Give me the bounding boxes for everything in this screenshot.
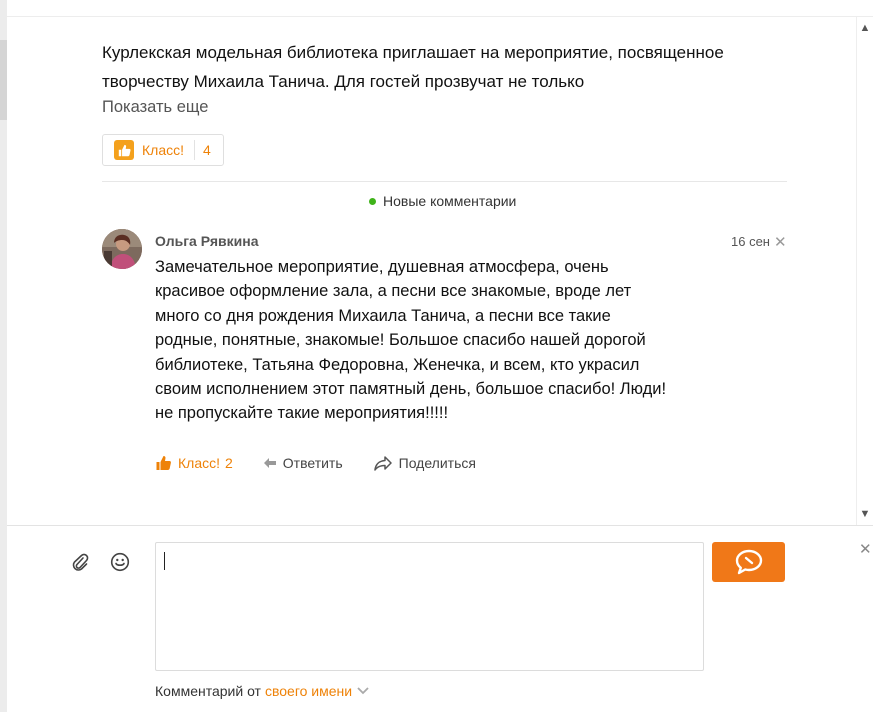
new-indicator-dot <box>369 197 376 205</box>
from-prefix: Комментарий от <box>155 683 261 699</box>
share-arrow-icon <box>373 456 392 471</box>
chevron-down-icon[interactable] <box>357 687 369 695</box>
comment-like-count: 2 <box>225 455 233 471</box>
composer-separator <box>7 525 873 526</box>
like-separator <box>194 140 195 160</box>
left-scroll-strip <box>0 0 7 712</box>
post-text: Курлекская модельная библиотека приглаша… <box>102 43 724 91</box>
smiley-icon[interactable] <box>110 552 130 572</box>
comment-actions: Класс! 2 Ответить Поделиться <box>155 455 476 471</box>
scroll-up-arrow-icon[interactable]: ▲ <box>857 20 873 36</box>
scrollbar[interactable]: ▲ ▼ <box>856 17 873 525</box>
comment-close-icon[interactable]: ✕ <box>774 233 787 251</box>
new-comments-label: Новые комментарии <box>383 193 517 209</box>
comment-like-button[interactable]: Класс! 2 <box>155 455 233 471</box>
comment-text: Замечательное мероприятие, душевная атмо… <box>155 258 667 423</box>
thumbs-up-icon <box>156 456 171 470</box>
comment-author[interactable]: Ольга Рявкина <box>155 233 259 249</box>
paperclip-icon[interactable] <box>70 552 90 572</box>
close-composer-icon[interactable]: ✕ <box>859 540 872 558</box>
speech-bubble-icon <box>735 549 762 575</box>
avatar[interactable] <box>102 229 142 269</box>
divider <box>102 181 787 182</box>
post-like-button[interactable]: Класс! 4 <box>102 134 224 166</box>
comment-date: 16 сен <box>731 234 770 249</box>
comment-author-selector: Комментарий от своего имени <box>155 683 369 699</box>
text-cursor <box>164 552 165 570</box>
new-comments-header: Новые комментарии <box>365 193 521 209</box>
share-button[interactable]: Поделиться <box>373 455 476 471</box>
left-scroll-thumb[interactable] <box>0 40 7 120</box>
post-like-label: Класс! <box>142 142 184 158</box>
scroll-down-arrow-icon[interactable]: ▼ <box>857 506 873 522</box>
reply-label: Ответить <box>282 455 343 471</box>
show-more-link[interactable]: Показать еще <box>102 98 208 117</box>
arrow-left-icon <box>263 458 276 468</box>
comment-like-label: Класс! <box>178 455 220 471</box>
share-label: Поделиться <box>398 455 476 471</box>
comment-input[interactable] <box>155 542 704 671</box>
top-bar <box>7 0 873 17</box>
thumbs-up-icon <box>114 140 134 160</box>
reply-button[interactable]: Ответить <box>263 455 343 471</box>
post-like-count: 4 <box>203 142 211 158</box>
from-name-link[interactable]: своего имени <box>265 683 352 699</box>
send-button[interactable] <box>712 542 785 582</box>
